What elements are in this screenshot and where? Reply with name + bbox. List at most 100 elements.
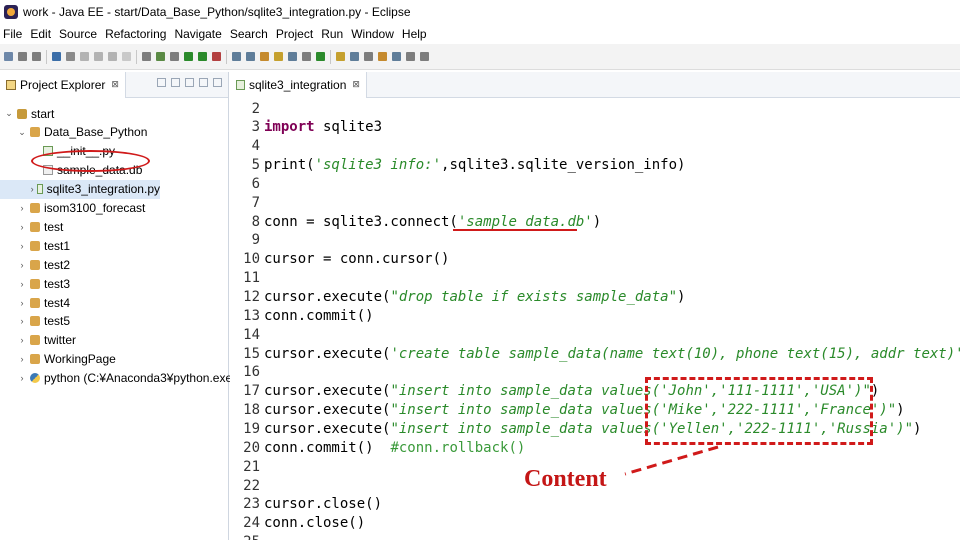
code-token: cursor.execute( — [264, 402, 391, 419]
toolbar-button-icon[interactable] — [420, 52, 429, 61]
toolbar-button-icon[interactable] — [170, 52, 179, 61]
menu-window[interactable]: Window — [351, 27, 394, 41]
maximize-icon[interactable] — [213, 78, 222, 87]
menu-bar: File Edit Source Refactoring Navigate Search P… — [0, 24, 960, 44]
expand-toggle-icon[interactable]: › — [17, 373, 27, 383]
tree-item[interactable]: › twitter — [0, 331, 77, 350]
tree-item[interactable]: › test4 — [0, 293, 71, 312]
line-number: 8 — [251, 213, 260, 230]
expand-toggle-icon[interactable]: ⌄ — [4, 108, 14, 119]
tree-item[interactable]: › test2 — [0, 255, 71, 274]
toolbar-button-icon[interactable] — [260, 52, 269, 61]
code-line: 3 import sqlite3 — [230, 118, 382, 137]
code-token: cursor.execute( — [264, 289, 391, 305]
toolbar-button-icon[interactable] — [156, 52, 165, 61]
code-token: cursor.execute( — [264, 383, 391, 400]
tree-item-label: test — [44, 219, 64, 234]
toolbar-button-icon[interactable] — [378, 52, 387, 61]
expand-toggle-icon[interactable]: › — [17, 354, 27, 364]
toolbar-button-icon[interactable] — [336, 52, 345, 61]
expand-toggle-icon[interactable]: › — [17, 222, 27, 232]
code-line: 22 — [230, 476, 264, 495]
tree-item[interactable]: › isom3100_forecast — [0, 199, 146, 218]
code-line: 15 cursor.execute('create table sample_da… — [230, 344, 960, 363]
toolbar-button-icon[interactable] — [406, 52, 415, 61]
toolbar-button-icon[interactable] — [274, 52, 283, 61]
tree-item[interactable]: › python (C:¥Anaconda3¥python.exe) — [0, 369, 237, 388]
expand-toggle-icon[interactable]: › — [17, 241, 27, 251]
toolbar-button-icon[interactable] — [392, 52, 401, 61]
tree-item[interactable]: ⌄ start — [0, 104, 54, 123]
expand-toggle-icon[interactable]: › — [17, 316, 27, 326]
link-editor-icon[interactable] — [171, 78, 180, 87]
toolbar-button-icon[interactable] — [80, 52, 89, 61]
toolbar-separator — [330, 49, 331, 64]
toolbar-button-icon[interactable] — [364, 52, 373, 61]
toolbar-button-icon[interactable] — [142, 52, 151, 61]
menu-navigate[interactable]: Navigate — [174, 27, 221, 41]
menu-file[interactable]: File — [3, 27, 22, 41]
toolbar-button-icon[interactable] — [316, 52, 325, 61]
toolbar-button-icon[interactable] — [212, 52, 221, 61]
expand-toggle-icon[interactable]: › — [17, 335, 27, 345]
tree-item-label: python (C:¥Anaconda3¥python.exe) — [44, 371, 237, 386]
expand-toggle-icon[interactable]: › — [17, 279, 27, 289]
menu-source[interactable]: Source — [59, 27, 97, 41]
code-line: 2 — [230, 99, 264, 118]
package-icon — [30, 240, 40, 251]
line-number: 23 — [243, 496, 260, 513]
tree-item[interactable]: › test — [0, 217, 64, 236]
view-menu-icon[interactable] — [185, 78, 194, 87]
toolbar-button-icon[interactable] — [184, 52, 193, 61]
toolbar-button-icon[interactable] — [4, 52, 13, 61]
code-token: ) — [677, 289, 686, 305]
toolbar-button-icon[interactable] — [288, 52, 297, 61]
expand-toggle-icon[interactable]: › — [17, 298, 27, 308]
code-line: 4 — [230, 137, 264, 156]
toolbar-button-icon[interactable] — [52, 52, 61, 61]
close-icon[interactable]: ⊠ — [352, 79, 360, 90]
tab-project-explorer[interactable]: Project Explorer ⊠ — [0, 71, 126, 98]
code-line: 25 — [230, 533, 264, 540]
tree-item-label: test1 — [44, 238, 71, 253]
tree-item[interactable]: ⌄ Data_Base_Python — [0, 123, 147, 142]
toolbar-button-icon[interactable] — [32, 52, 41, 61]
tree-item[interactable]: › test5 — [0, 312, 71, 331]
code-line: 9 — [230, 231, 264, 250]
line-number: 11 — [243, 270, 260, 287]
toolbar-button-icon[interactable] — [302, 52, 311, 61]
toolbar-button-icon[interactable] — [232, 52, 241, 61]
toolbar-button-icon[interactable] — [122, 52, 131, 61]
menu-refactoring[interactable]: Refactoring — [105, 27, 166, 41]
expand-toggle-icon[interactable]: › — [17, 203, 27, 213]
minimize-icon[interactable] — [199, 78, 208, 87]
expand-toggle-icon[interactable]: ⌄ — [17, 127, 27, 138]
toolbar-button-icon[interactable] — [350, 52, 359, 61]
menu-help[interactable]: Help — [402, 27, 427, 41]
tree-item[interactable]: › test3 — [0, 274, 71, 293]
line-number: 4 — [251, 138, 260, 155]
window-title: work - Java EE - start/Data_Base_Python/… — [23, 5, 411, 19]
tree-item-label: twitter — [44, 333, 77, 348]
menu-run[interactable]: Run — [321, 27, 343, 41]
expand-toggle-icon[interactable]: › — [17, 260, 27, 270]
tab-sqlite3-integration[interactable]: sqlite3_integration ⊠ — [230, 71, 367, 98]
toolbar-button-icon[interactable] — [66, 52, 75, 61]
menu-search[interactable]: Search — [230, 27, 268, 41]
tree-item[interactable]: › sqlite3_integration.py — [0, 179, 160, 199]
close-icon[interactable]: ⊠ — [111, 79, 119, 90]
tab-project-explorer-label: Project Explorer — [20, 77, 106, 92]
tree-item[interactable]: › WorkingPage — [0, 350, 116, 369]
line-number: 25 — [230, 534, 260, 540]
tree-item[interactable]: › test1 — [0, 236, 71, 255]
expand-toggle-icon[interactable]: › — [30, 184, 34, 194]
menu-project[interactable]: Project — [276, 27, 313, 41]
toolbar-button-icon[interactable] — [108, 52, 117, 61]
menu-edit[interactable]: Edit — [30, 27, 51, 41]
collapse-all-icon[interactable] — [157, 78, 166, 87]
tree-item-label: start — [31, 106, 55, 121]
toolbar-button-icon[interactable] — [246, 52, 255, 61]
toolbar-button-icon[interactable] — [198, 52, 207, 61]
toolbar-button-icon[interactable] — [18, 52, 27, 61]
toolbar-button-icon[interactable] — [94, 52, 103, 61]
